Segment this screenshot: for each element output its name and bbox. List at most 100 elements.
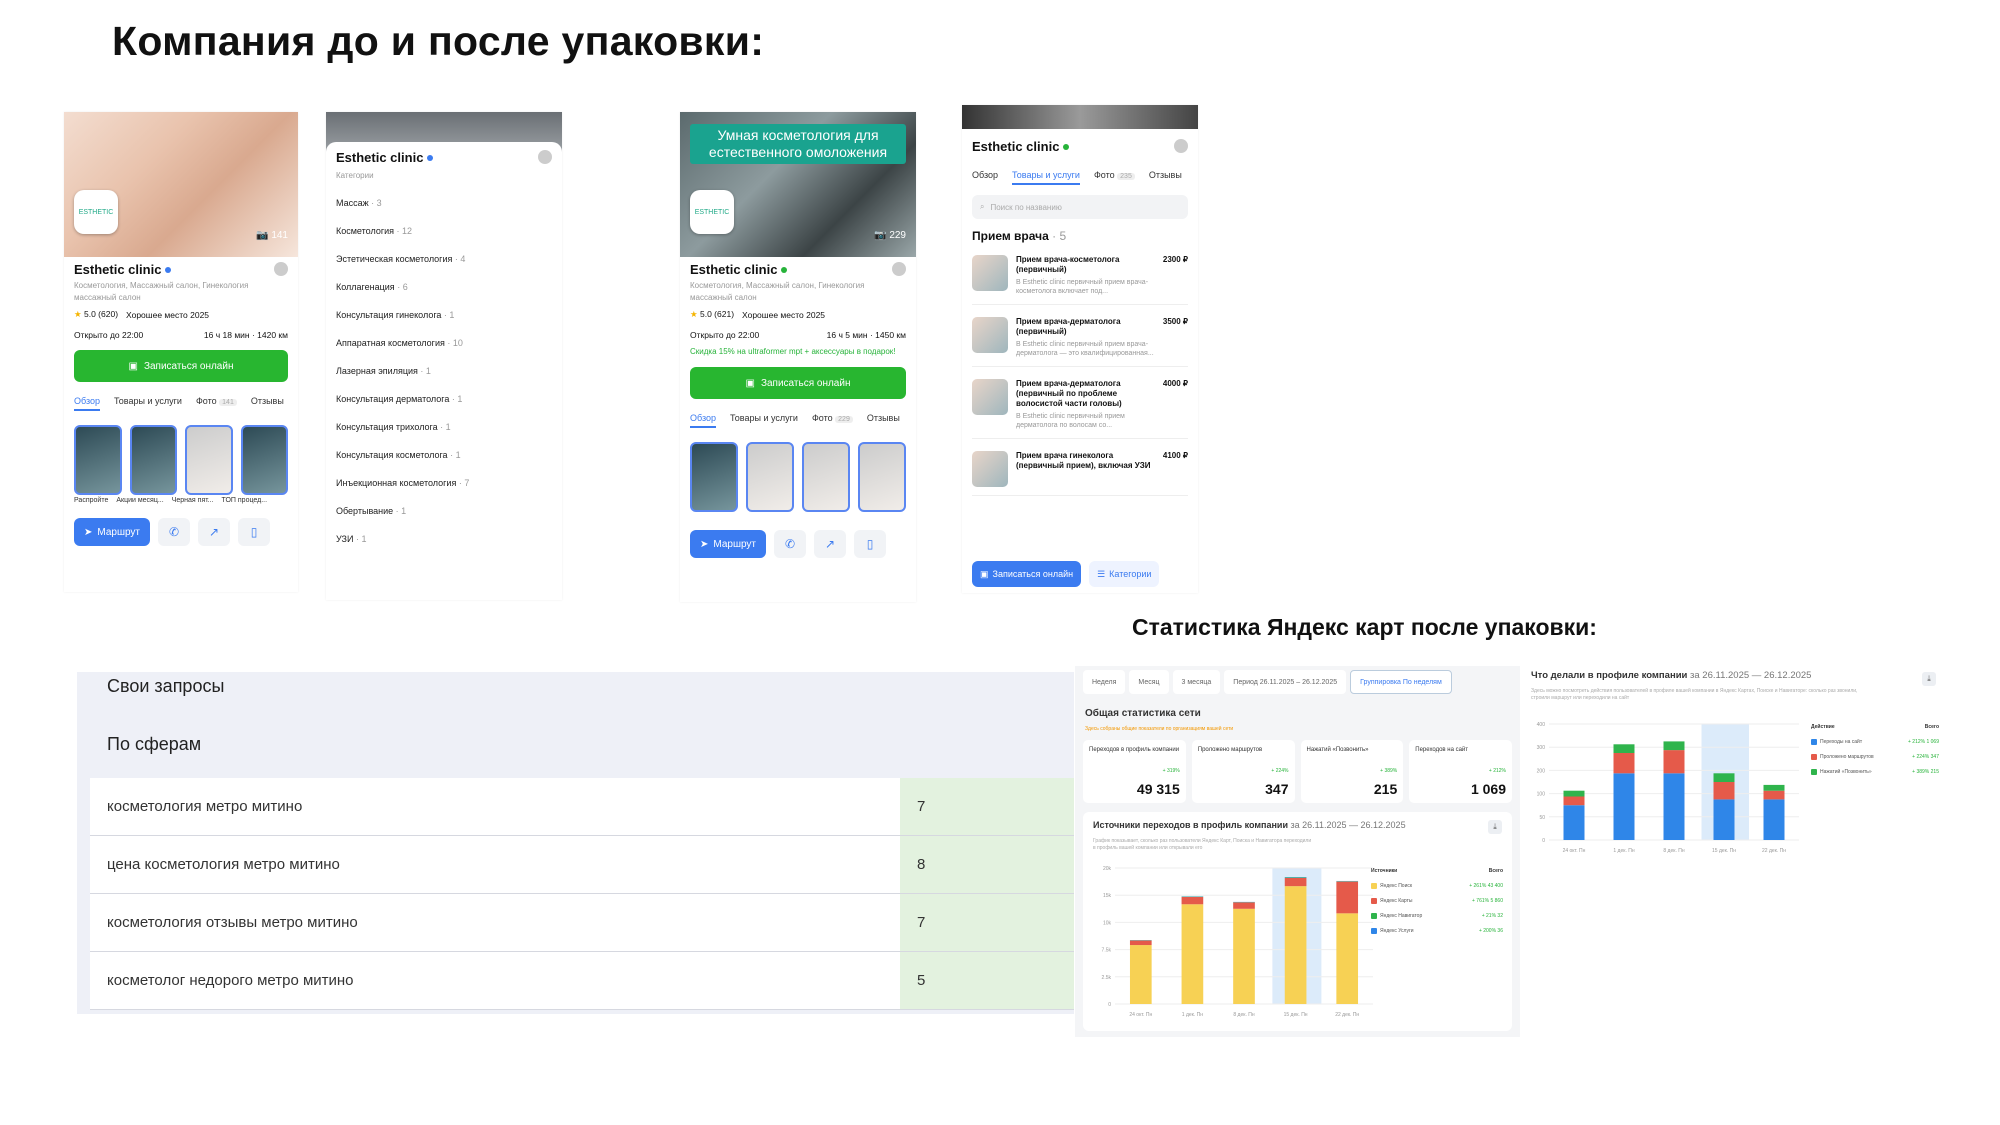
cover-photo[interactable]: ESTHETIC 📷 141 [64, 112, 298, 257]
y-tick-label: 20k [1103, 866, 1112, 872]
close-icon[interactable] [892, 262, 906, 276]
search-input[interactable]: ⌕ Поиск по названию [972, 195, 1188, 219]
legend-item[interactable]: Яндекс Поиск + 261% 43 400 [1371, 883, 1503, 889]
categories-button[interactable]: ☰ Категории [1089, 561, 1160, 587]
categories-label: Категории [336, 171, 374, 180]
download-icon[interactable]: ⤓ [1488, 820, 1502, 834]
y-tick-label: 0 [1542, 838, 1545, 844]
share-icon[interactable]: ↗ [198, 518, 231, 546]
x-tick-label: 22 дек. Пн [1335, 1012, 1359, 1018]
kpi-label: Переходов на сайт [1415, 747, 1469, 753]
story-thumb[interactable] [240, 425, 288, 495]
grouping-select[interactable]: Группировка По неделям [1350, 670, 1452, 694]
close-icon[interactable] [538, 150, 552, 164]
service-description: В Esthetic clinic первичный прием врача-… [1016, 341, 1154, 357]
category-item[interactable]: Лазерная эпиляция · 1 [336, 366, 552, 376]
service-item[interactable]: Прием врача-косметолога (первичный) В Est… [972, 255, 1188, 305]
cover-photo[interactable]: Умная косметология для естественного омо… [680, 112, 916, 257]
phone-icon[interactable]: ✆ [158, 518, 191, 546]
service-item[interactable]: Прием врача-дерматолога (первичный по пр… [972, 379, 1188, 439]
phone-icon[interactable]: ✆ [774, 530, 807, 558]
bar-segment [1233, 902, 1255, 909]
period-tab-week[interactable]: Неделя [1083, 670, 1126, 694]
legend-swatch [1371, 928, 1377, 934]
story-thumb[interactable] [129, 425, 177, 495]
tab-services[interactable]: Товары и услуги [1012, 170, 1080, 185]
route-button[interactable]: ➤ Маршрут [74, 518, 151, 546]
kpi-card[interactable]: Нажатий «Позвонить» + 389% 215 [1300, 740, 1404, 803]
legend-item[interactable]: Яндекс Карты + 761% 5 860 [1371, 898, 1503, 904]
kpi-card[interactable]: Переходов в профиль компании + 319% 49 315 [1083, 740, 1186, 803]
period-range[interactable]: Период 26.11.2025 – 26.12.2025 [1224, 670, 1347, 694]
bookmark-icon[interactable]: ▯ [854, 530, 887, 558]
book-online-button[interactable]: ▣ Записаться онлайн [690, 367, 906, 399]
legend-item[interactable]: Яндекс Навигатор + 21% 32 [1371, 913, 1503, 919]
tab-reviews[interactable]: Отзывы [1149, 170, 1182, 185]
tab-reviews[interactable]: Отзывы [251, 396, 284, 411]
rating: ★ 5.0 (620) [74, 309, 119, 319]
category-item[interactable]: Инъекционная косметология · 7 [336, 478, 552, 488]
service-image [972, 255, 1008, 291]
story-thumb[interactable] [802, 442, 850, 512]
share-icon[interactable]: ↗ [814, 530, 847, 558]
tab-overview[interactable]: Обзор [690, 413, 716, 428]
category-item[interactable]: Эстетическая косметология · 4 [336, 254, 552, 264]
network-stats-panel: Неделя Месяц 3 месяца Период 26.11.2025 … [1075, 666, 1520, 1037]
tab-services[interactable]: Товары и услуги [730, 413, 798, 428]
story-thumb[interactable] [746, 442, 794, 512]
tab-reviews[interactable]: Отзывы [867, 413, 900, 428]
download-icon[interactable]: ⤓ [1922, 672, 1936, 686]
book-online-button[interactable]: ▣ Записаться онлайн [972, 561, 1082, 587]
category-item[interactable]: Косметология · 12 [336, 226, 552, 236]
legend-item[interactable]: Переходы на сайт + 212% 1 069 [1811, 739, 1939, 745]
book-online-button[interactable]: ▣ Записаться онлайн [74, 350, 288, 382]
service-item[interactable]: Прием врача-дерматолога (первичный) В Est… [972, 317, 1188, 367]
story-thumb[interactable] [858, 442, 906, 512]
category-item[interactable]: УЗИ · 1 [336, 534, 552, 544]
tab-overview[interactable]: Обзор [74, 396, 100, 411]
story-thumb[interactable] [74, 425, 122, 495]
story-thumb[interactable] [185, 425, 233, 495]
category-item[interactable]: Консультация трихолога · 1 [336, 422, 552, 432]
legend-item[interactable]: Проложено маршрутов + 224% 347 [1811, 754, 1939, 760]
promo-text[interactable]: Скидка 15% на ultraformer mpt + аксессуа… [690, 346, 906, 357]
bar-segment [1563, 805, 1585, 840]
legend-item[interactable]: Нажатий «Позвонить» + 389% 215 [1811, 769, 1939, 775]
category-item[interactable]: Коллагенация · 6 [336, 282, 552, 292]
bar-segment [1181, 904, 1204, 1004]
rating: ★ 5.0 (621) [690, 309, 735, 319]
category-item[interactable]: Консультация гинеколога · 1 [336, 310, 552, 320]
tab-photos[interactable]: Фото 229 [812, 413, 853, 428]
business-name: Esthetic clinic [690, 262, 906, 277]
category-item[interactable]: Аппаратная косметология · 10 [336, 338, 552, 348]
cover-photo [962, 105, 1198, 129]
close-icon[interactable] [1174, 139, 1188, 153]
story-thumb[interactable] [690, 442, 738, 512]
bookmark-icon[interactable]: ▯ [238, 518, 271, 546]
category-item[interactable]: Обертывание · 1 [336, 506, 552, 516]
service-description: В Esthetic clinic первичный прием дермат… [1016, 413, 1125, 429]
tab-services[interactable]: Товары и услуги [114, 396, 182, 411]
period-tab-3months[interactable]: 3 месяца [1172, 670, 1221, 694]
route-button[interactable]: ➤ Маршрут [690, 530, 767, 558]
category-item[interactable]: Консультация косметолога · 1 [336, 450, 552, 460]
kpi-card[interactable]: Переходов на сайт + 212% 1 069 [1409, 740, 1512, 803]
period-tab-month[interactable]: Месяц [1129, 670, 1169, 694]
close-icon[interactable] [274, 262, 288, 276]
kpi-value: 347 [1265, 781, 1289, 797]
bar-segment [1563, 790, 1585, 797]
calendar-icon: ▣ [128, 360, 138, 372]
kpi-card[interactable]: Проложено маршрутов + 224% 347 [1191, 740, 1295, 803]
tab-photos[interactable]: Фото 235 [1094, 170, 1135, 185]
kpi-value: 49 315 [1136, 781, 1180, 797]
category-item[interactable]: Консультация дерматолога · 1 [336, 394, 552, 404]
tab-photos[interactable]: Фото 141 [196, 396, 237, 411]
tab-overview[interactable]: Обзор [972, 170, 998, 185]
y-tick-label: 0 [1108, 1002, 1111, 1008]
legend-item[interactable]: Яндекс Услуги + 200% 36 [1371, 928, 1503, 934]
service-image [972, 317, 1008, 353]
service-item[interactable]: Прием врача гинеколога (первичный прием)… [972, 451, 1188, 496]
category-item[interactable]: Массаж · 3 [336, 198, 552, 208]
spheres-label: По сферам [107, 734, 202, 754]
legend-swatch [1811, 739, 1817, 745]
